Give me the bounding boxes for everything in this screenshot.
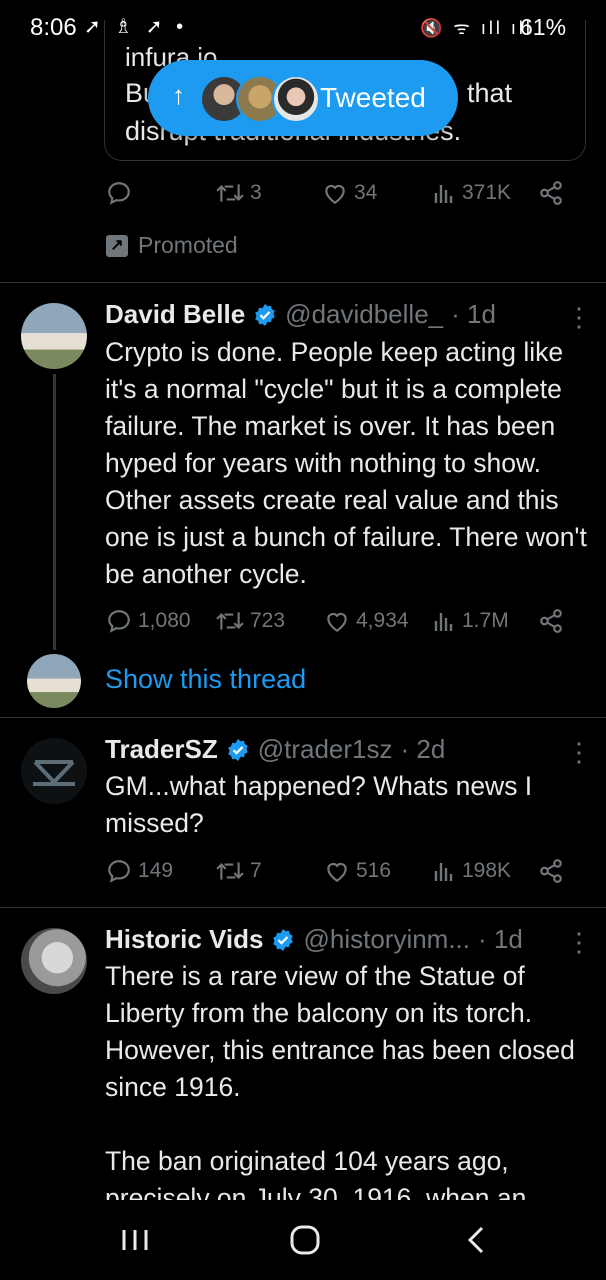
back-button[interactable] <box>460 1222 494 1263</box>
like-count: 516 <box>356 859 392 882</box>
home-icon <box>290 1225 320 1255</box>
author-name[interactable]: TraderSZ <box>105 734 218 765</box>
views-count: 371K <box>462 181 512 204</box>
views-button[interactable]: 371K <box>432 180 511 206</box>
tweet-text: GM...what happened? Whats news I missed? <box>105 771 533 838</box>
tweet-time: · 1d <box>451 299 496 329</box>
share-button[interactable] <box>538 180 564 206</box>
like-button[interactable]: 34 <box>322 180 377 206</box>
reply-button[interactable] <box>106 180 138 206</box>
views-icon <box>434 613 453 631</box>
more-icon[interactable]: ⋮ <box>566 927 592 958</box>
author-handle[interactable]: @davidbelle_ <box>285 299 443 330</box>
system-nav-bar <box>0 1200 606 1280</box>
new-tweets-pill[interactable]: ↑ Tweeted <box>148 60 458 136</box>
retweet-icon <box>216 612 244 630</box>
tweet-time: · 2d <box>400 734 446 764</box>
reply-button[interactable]: 1,080 <box>106 608 191 634</box>
reply-icon <box>108 610 130 633</box>
views-button[interactable]: 1.7M <box>432 608 509 634</box>
arrow-up-icon: ↑ <box>172 80 185 110</box>
author-handle[interactable]: @historyinm... <box>303 924 470 955</box>
avatar-davidbelle[interactable] <box>21 303 87 369</box>
author-name[interactable]: Historic Vids <box>105 924 263 955</box>
promo-action-bar: 3 34 371K <box>106 180 586 220</box>
thread-avatar[interactable] <box>27 654 81 708</box>
retweet-button[interactable]: 7 <box>216 858 262 884</box>
like-count: 34 <box>354 181 378 204</box>
like-button[interactable]: 516 <box>324 858 391 884</box>
retweet-count: 3 <box>250 181 262 204</box>
status-time: 8:06 <box>30 14 77 41</box>
reply-count: 149 <box>138 859 174 882</box>
verified-icon <box>273 928 294 951</box>
tweet-action-bar: 1,080 723 4,934 1.7M <box>106 608 586 648</box>
promo-card-line2-end: that <box>467 78 513 108</box>
home-button[interactable] <box>288 1222 322 1263</box>
tweet-text: There is a rare view of the Statue of Li… <box>105 961 575 1102</box>
pill-avatar-3 <box>272 75 320 123</box>
retweet-button[interactable]: 3 <box>216 180 262 206</box>
views-icon <box>434 863 453 881</box>
thread-line <box>53 374 56 650</box>
author-handle[interactable]: @trader1sz <box>258 734 393 765</box>
views-icon <box>434 185 453 203</box>
avatar-historicvids[interactable] <box>21 928 87 994</box>
like-icon <box>327 862 347 883</box>
like-button[interactable]: 4,934 <box>324 608 409 634</box>
reply-icon <box>108 182 130 205</box>
retweet-count: 7 <box>250 859 262 882</box>
views-button[interactable]: 198K <box>432 858 511 884</box>
views-count: 198K <box>462 859 512 882</box>
share-button[interactable] <box>538 608 564 634</box>
avatar-tradersz[interactable] <box>21 738 87 804</box>
retweet-icon <box>216 862 244 880</box>
promoted-icon: ↗ <box>106 234 128 257</box>
verified-icon <box>227 738 248 761</box>
promoted-label: Promoted <box>138 232 238 258</box>
tweet-action-bar: 149 7 516 198K <box>106 858 586 898</box>
retweet-button[interactable]: 723 <box>216 608 285 634</box>
like-icon <box>325 184 345 205</box>
divider <box>0 717 606 718</box>
recent-apps-button[interactable] <box>118 1222 152 1263</box>
retweet-count: 723 <box>250 609 286 632</box>
tweet-text: Crypto is done. People keep acting like … <box>105 337 587 589</box>
tradersz-logo-icon <box>33 760 75 786</box>
back-icon <box>467 1226 484 1254</box>
recent-apps-icon <box>122 1230 148 1250</box>
pill-label: Tweeted <box>320 82 426 113</box>
retweet-icon <box>216 184 244 202</box>
tweet-header: TraderSZ @trader1sz · 2d <box>105 734 445 765</box>
divider <box>0 907 606 908</box>
views-count: 1.7M <box>462 609 509 632</box>
like-count: 4,934 <box>356 609 409 632</box>
reply-icon <box>108 860 130 883</box>
promoted-indicator: ↗ Promoted <box>106 232 238 259</box>
more-icon[interactable]: ⋮ <box>566 302 592 333</box>
divider <box>0 282 606 283</box>
verified-icon <box>255 303 275 326</box>
share-icon <box>540 181 562 205</box>
like-icon <box>327 612 347 633</box>
share-icon <box>540 859 562 883</box>
share-icon <box>540 609 562 633</box>
more-icon[interactable]: ⋮ <box>566 737 592 768</box>
reply-count: 1,080 <box>138 609 191 632</box>
reply-button[interactable]: 149 <box>106 858 173 884</box>
show-thread-link[interactable]: Show this thread <box>105 664 306 695</box>
tweet-text-continued: The ban originated 104 years ago, precis… <box>105 1146 527 1200</box>
tweet-time: · 1d <box>478 924 523 954</box>
tweet-header: David Belle @davidbelle_ · 1d <box>105 299 496 330</box>
author-name[interactable]: David Belle <box>105 299 245 330</box>
share-button[interactable] <box>538 858 564 884</box>
tweet-header: Historic Vids @historyinm... · 1d <box>105 924 523 955</box>
